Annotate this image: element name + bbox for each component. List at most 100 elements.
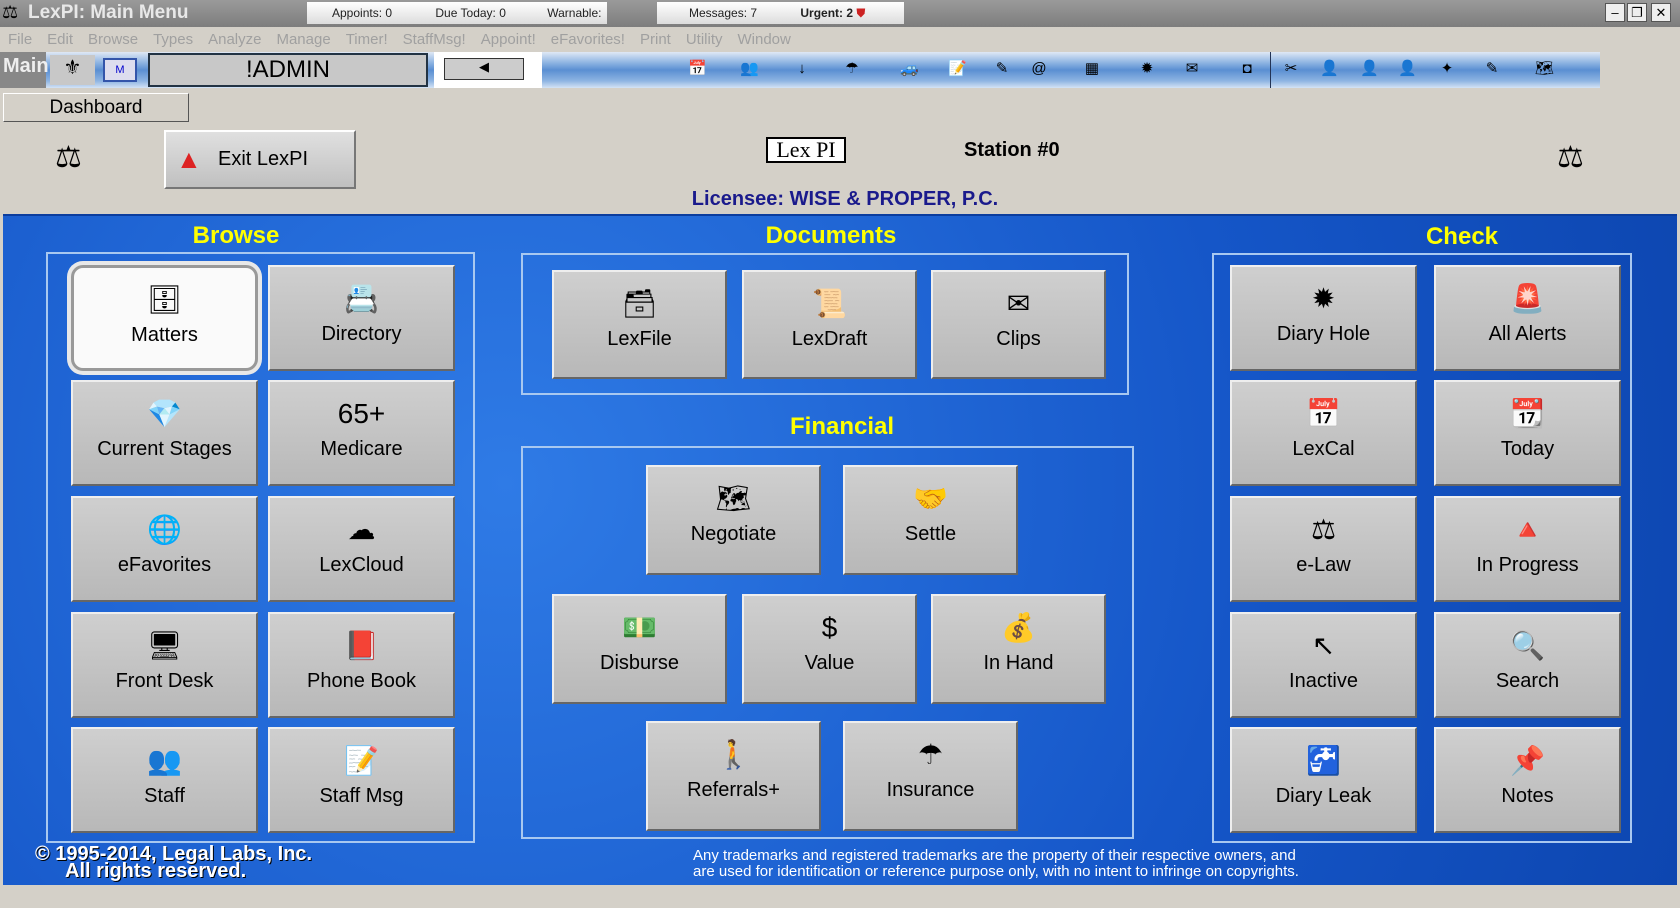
toolbar-icon-16[interactable]: ✦ (1438, 60, 1456, 78)
phone-book-icon: 📕 (344, 630, 379, 661)
inactive-button[interactable]: ↖ Inactive (1230, 612, 1417, 718)
toolbar-icon-5[interactable]: 📝 (948, 60, 967, 78)
diary-leak-button[interactable]: 🚰 Diary Leak (1230, 727, 1417, 833)
in-progress-button[interactable]: 🔺 In Progress (1434, 496, 1621, 602)
value-label: Value (804, 652, 855, 674)
disburse-label: Disburse (600, 652, 679, 674)
medicare-label: Medicare (320, 438, 403, 460)
toolbar-icon-11[interactable]: ◘ (1238, 60, 1256, 78)
user-field[interactable]: !ADMIN (148, 53, 428, 87)
lexcloud-button[interactable]: ☁ LexCloud (268, 496, 455, 602)
matters-button[interactable]: 🗄 Matters (71, 265, 258, 371)
settle-button[interactable]: 🤝 Settle (843, 465, 1018, 575)
efavorites-button[interactable]: 🌐 eFavorites (71, 496, 258, 602)
toolbar-icon-18[interactable]: 🗺 (1535, 60, 1554, 78)
disburse-button[interactable]: 💵 Disburse (552, 594, 727, 704)
toolbar-icon-3[interactable]: ☂ (843, 60, 861, 78)
toolbar-icon-6[interactable]: ✎ (993, 60, 1011, 78)
lexdraft-icon: 📜 (812, 288, 847, 319)
menu-edit[interactable]: Edit (47, 31, 73, 48)
search-button[interactable]: 🔍 Search (1434, 612, 1621, 718)
lexdraft-label: LexDraft (791, 328, 868, 350)
staff-msg-button[interactable]: 📝 Staff Msg (268, 727, 455, 833)
trademark-line-1: Any trademarks and registered trademarks… (693, 847, 1296, 864)
notes-button[interactable]: 📌 Notes (1434, 727, 1621, 833)
lexpi-scales-icon-right: ⚖ (1557, 141, 1584, 174)
referrals-button[interactable]: 🚶 Referrals+ (646, 721, 821, 831)
menu-window[interactable]: Window (738, 31, 791, 48)
m-button[interactable]: M (103, 58, 137, 82)
speaker-icon[interactable]: ◀ (444, 58, 524, 80)
toolbar-icon-1[interactable]: 👥 (740, 60, 759, 78)
current-stages-icon: 💎 (147, 398, 182, 429)
medicare-button[interactable]: 65+ Medicare (268, 380, 455, 486)
title-bar: ⚖ LexPI: Main Menu Appoints: 0 Due Today… (0, 0, 1680, 42)
in-hand-button[interactable]: 💰 In Hand (931, 594, 1106, 704)
menu-timer[interactable]: Timer! (346, 31, 388, 48)
staff-button[interactable]: 👥 Staff (71, 727, 258, 833)
value-button[interactable]: $ Value (742, 594, 917, 704)
close-button[interactable]: ✕ (1651, 3, 1671, 22)
current-stages-button[interactable]: 💎 Current Stages (71, 380, 258, 486)
logo-icon[interactable]: ⚜ (50, 55, 95, 85)
lexcal-button[interactable]: 📅 LexCal (1230, 380, 1417, 486)
lexfile-button[interactable]: 🗃 LexFile (552, 270, 727, 379)
toolbar-icon-2[interactable]: ↓ (793, 60, 811, 78)
in-progress-icon: 🔺 (1510, 514, 1545, 545)
settle-icon: 🤝 (913, 483, 948, 514)
insurance-button[interactable]: ☂ Insurance (843, 721, 1018, 831)
toolbar-icon-15[interactable]: 👤 (1398, 60, 1417, 78)
front-desk-button[interactable]: 🖥 Front Desk (71, 612, 258, 718)
toolbar-icon-17[interactable]: ✎ (1483, 60, 1501, 78)
toolbar-icon-9[interactable]: ✹ (1138, 60, 1156, 78)
insurance-icon: ☂ (917, 739, 944, 770)
all-alerts-button[interactable]: 🚨 All Alerts (1434, 265, 1621, 371)
directory-button[interactable]: 📇 Directory (268, 265, 455, 371)
all-alerts-label: All Alerts (1488, 323, 1567, 345)
rights-line: All rights reserved. (65, 860, 247, 882)
toolbar-icon-4[interactable]: 🚙 (900, 60, 919, 78)
e-law-button[interactable]: ⚖ e-Law (1230, 496, 1417, 602)
lexfile-label: LexFile (607, 328, 672, 350)
negotiate-button[interactable]: 🗺 Negotiate (646, 465, 821, 575)
diary-leak-label: Diary Leak (1275, 785, 1372, 807)
toolbar-icon-10[interactable]: ✉ (1183, 60, 1201, 78)
front-desk-label: Front Desk (115, 670, 214, 692)
menu-appoint[interactable]: Appoint! (481, 31, 536, 48)
medicare-icon: 65+ (337, 398, 386, 429)
menu-manage[interactable]: Manage (276, 31, 330, 48)
staff-label: Staff (144, 785, 185, 807)
efavorites-label: eFavorites (117, 554, 212, 576)
toolbar-icon-8[interactable]: ▦ (1083, 60, 1101, 78)
referrals-icon: 🚶 (716, 739, 751, 770)
menu-efavorites[interactable]: eFavorites! (551, 31, 625, 48)
menu-print[interactable]: Print (640, 31, 671, 48)
clips-button[interactable]: ✉ Clips (931, 270, 1106, 379)
phone-book-button[interactable]: 📕 Phone Book (268, 612, 455, 718)
menu-types[interactable]: Types (153, 31, 193, 48)
today-button[interactable]: 📆 Today (1434, 380, 1621, 486)
today-label: Today (1500, 438, 1555, 460)
check-heading: Check (1425, 223, 1499, 250)
menu-staffmsg[interactable]: StaffMsg! (403, 31, 466, 48)
main-tab[interactable]: Main (0, 52, 49, 88)
menu-analyze[interactable]: Analyze (208, 31, 261, 48)
minimize-button[interactable]: – (1605, 3, 1625, 22)
toolbar-icon-7[interactable]: @ (1030, 60, 1048, 78)
exit-label: Exit LexPI (218, 148, 309, 170)
lexcal-icon: 📅 (1306, 398, 1341, 429)
toolbar-icon-13[interactable]: 👤 (1320, 60, 1339, 78)
menu-file[interactable]: File (8, 31, 32, 48)
urgent-count: Urgent: 2 (800, 6, 854, 20)
lexdraft-button[interactable]: 📜 LexDraft (742, 270, 917, 379)
menu-browse[interactable]: Browse (88, 31, 138, 48)
dashboard-tab[interactable]: Dashboard (3, 93, 189, 122)
exit-lexpi-button[interactable]: ▲ Exit LexPI (164, 130, 356, 189)
message-counts[interactable]: Messages: 7 Urgent: 2 ⛊ (657, 2, 904, 24)
menu-utility[interactable]: Utility (686, 31, 723, 48)
restore-button[interactable]: ❐ (1627, 3, 1647, 22)
diary-hole-button[interactable]: ✹ Diary Hole (1230, 265, 1417, 371)
toolbar-icon-14[interactable]: 👤 (1360, 60, 1379, 78)
toolbar-icon-0[interactable]: 📅 (688, 60, 707, 78)
toolbar-icon-12[interactable]: ✂ (1282, 60, 1300, 78)
